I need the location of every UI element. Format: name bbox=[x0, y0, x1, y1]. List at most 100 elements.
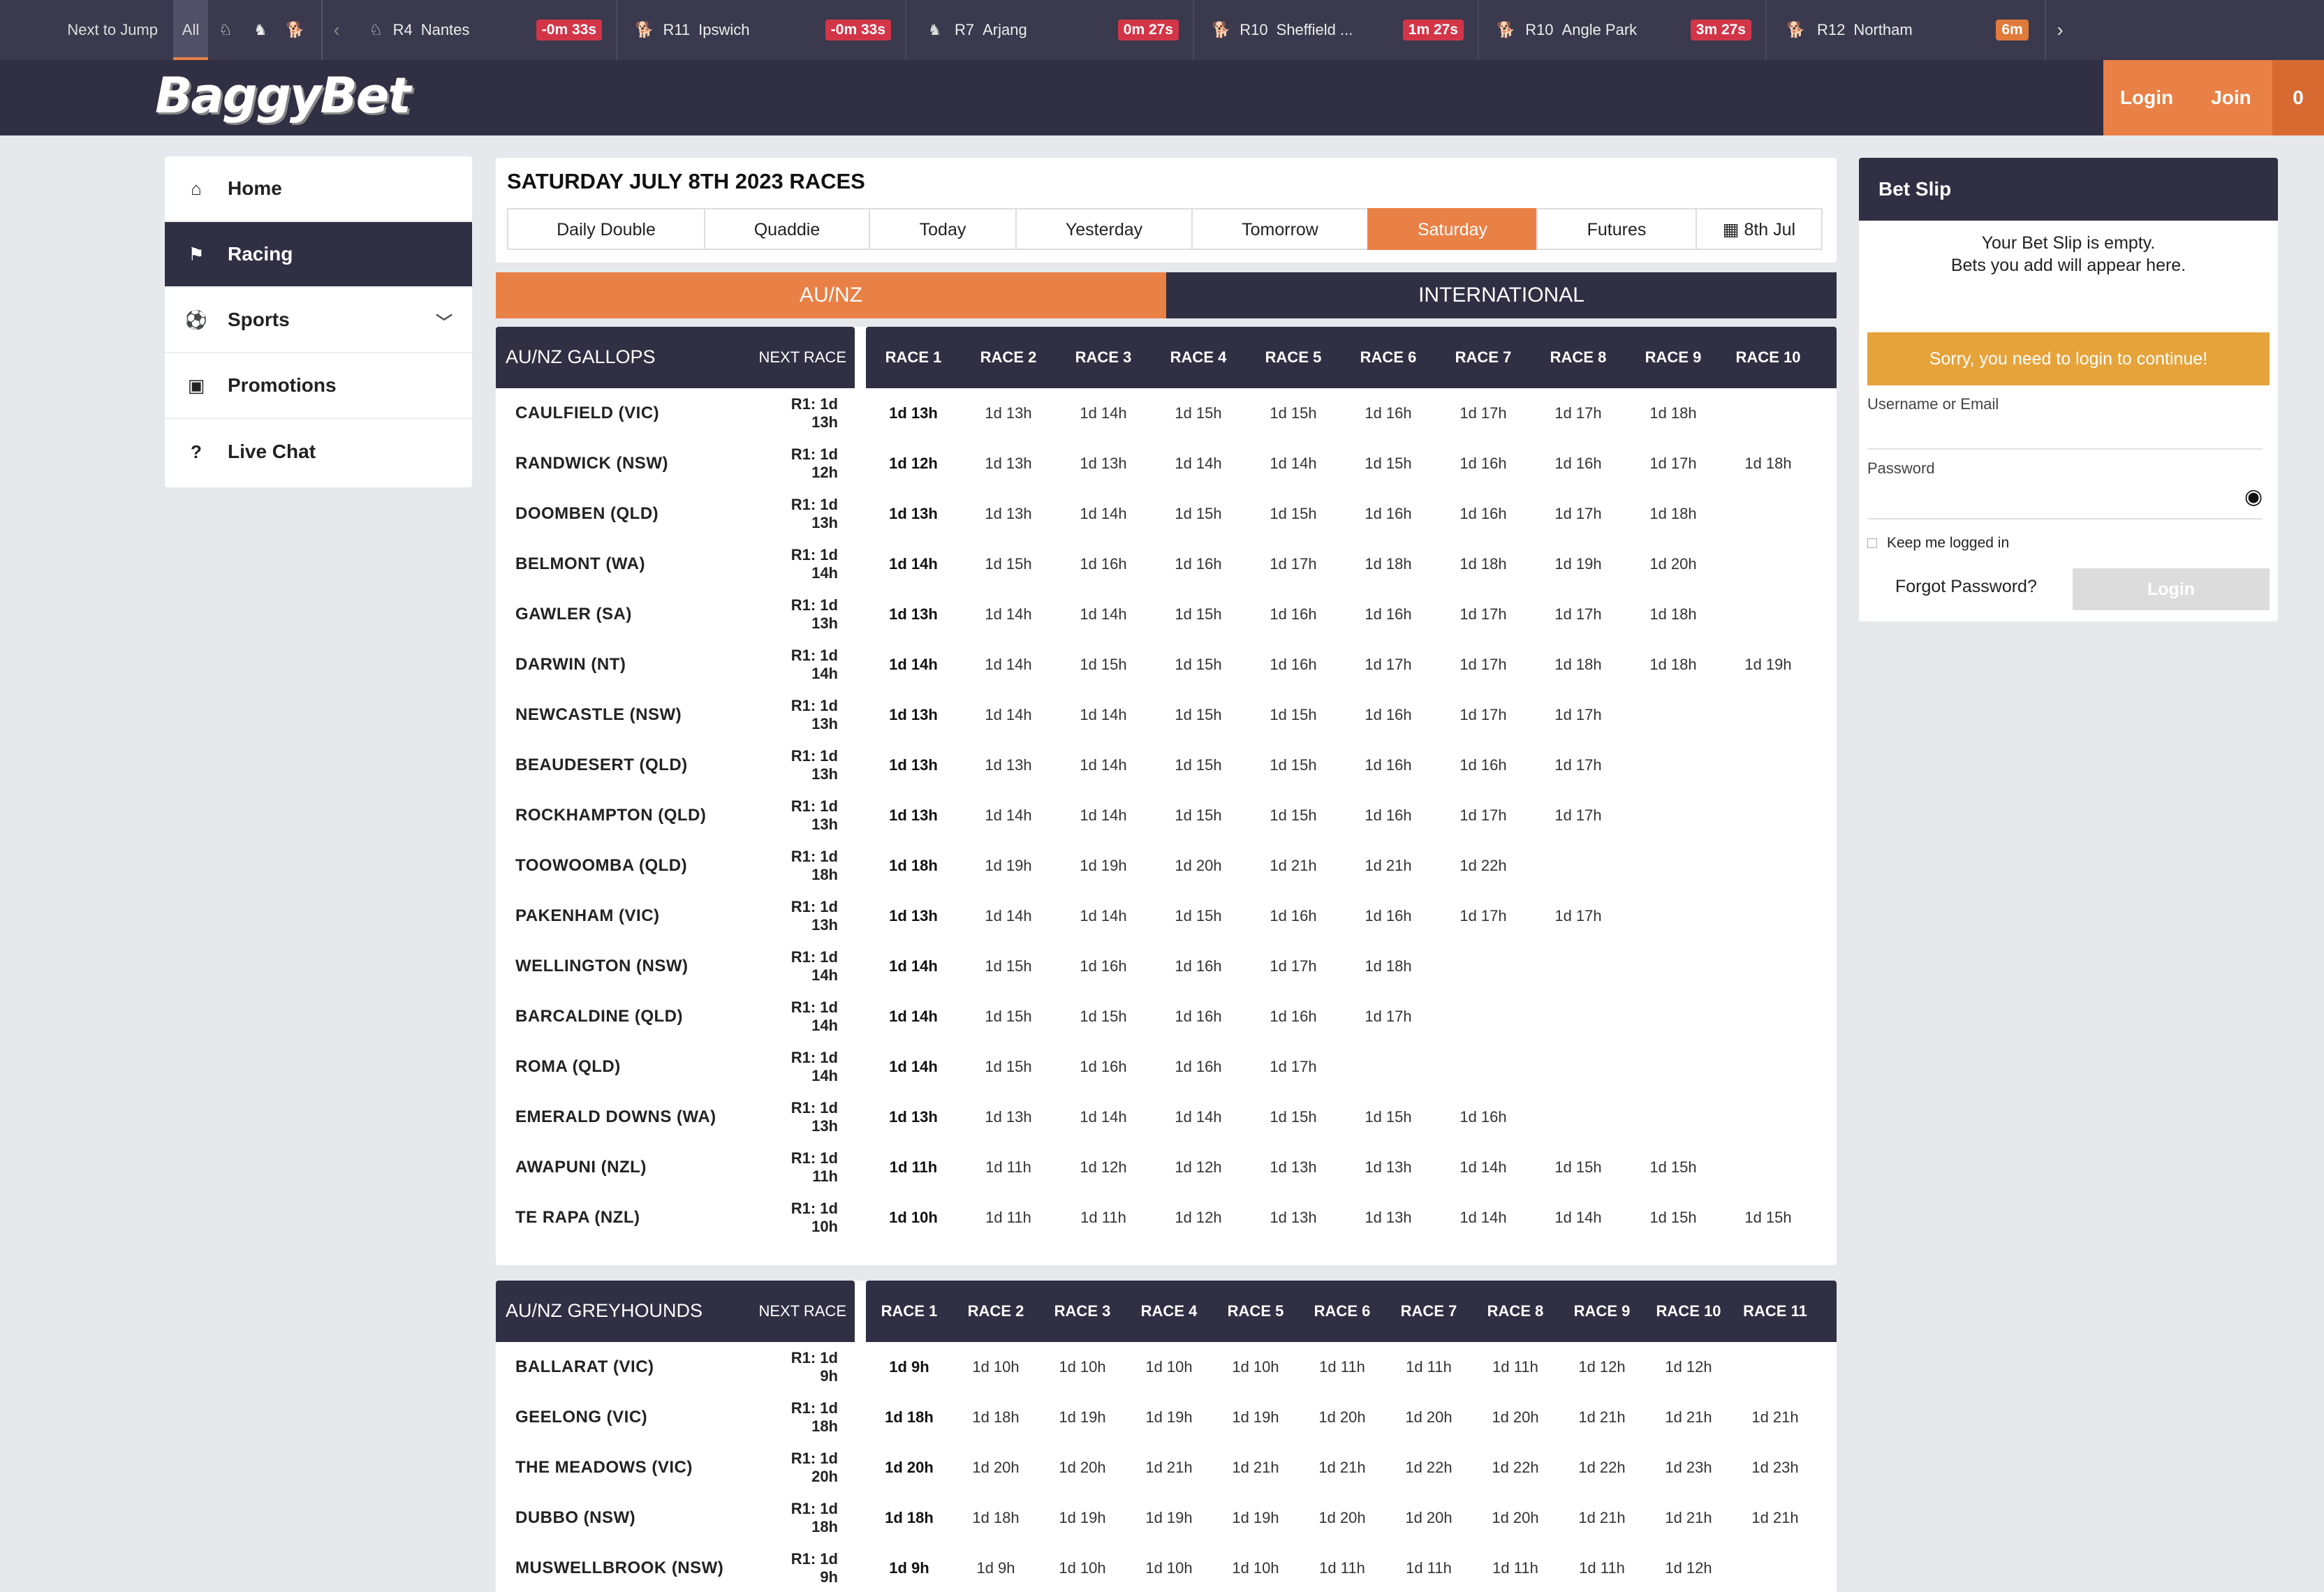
race-time-cell[interactable]: 1d 17h bbox=[1436, 404, 1531, 422]
race-time-cell[interactable]: 1d 11h bbox=[1472, 1559, 1559, 1577]
race-time-cell[interactable]: 1d 17h bbox=[1246, 555, 1341, 573]
race-time-cell[interactable]: 1d 21h bbox=[1645, 1408, 1732, 1427]
race-time-cell[interactable]: 1d 16h bbox=[1056, 555, 1151, 573]
next-race-time[interactable]: R1: 1d 11h bbox=[775, 1149, 855, 1186]
ticker-item[interactable]: ♞ R7 Arjang 0m 27s bbox=[906, 0, 1194, 60]
venue-name[interactable]: WELLINGTON (NSW) bbox=[496, 957, 775, 976]
race-time-cell[interactable]: 1d 21h bbox=[1559, 1408, 1645, 1427]
race-time-cell[interactable]: 1d 21h bbox=[1732, 1408, 1818, 1427]
sidebar-item-home[interactable]: ⌂ Home bbox=[165, 156, 472, 222]
race-time-cell[interactable]: 1d 17h bbox=[1531, 605, 1626, 624]
race-time-cell[interactable]: 1d 19h bbox=[1212, 1408, 1299, 1427]
race-time-cell[interactable]: 1d 17h bbox=[1531, 706, 1626, 724]
race-time-cell[interactable]: 1d 16h bbox=[1056, 1058, 1151, 1076]
login-button[interactable]: Login bbox=[2103, 60, 2190, 135]
race-time-cell[interactable]: 1d 23h bbox=[1732, 1459, 1818, 1477]
race-time-cell[interactable]: 1d 11h bbox=[1559, 1559, 1645, 1577]
race-time-cell[interactable]: 1d 16h bbox=[1341, 907, 1436, 925]
race-time-cell[interactable]: 1d 16h bbox=[1151, 555, 1246, 573]
race-time-cell[interactable]: 1d 20h bbox=[1299, 1509, 1385, 1527]
keep-logged-in[interactable]: Keep me logged in bbox=[1867, 535, 2009, 552]
race-time-cell[interactable]: 1d 17h bbox=[1531, 404, 1626, 422]
venue-name[interactable]: EMERALD DOWNS (WA) bbox=[496, 1107, 775, 1127]
race-time-cell[interactable]: 1d 12h bbox=[1151, 1209, 1246, 1227]
next-race-time[interactable]: R1: 1d 18h bbox=[775, 1500, 855, 1536]
race-time-cell[interactable]: 1d 9h bbox=[866, 1358, 953, 1376]
venue-name[interactable]: BEAUDESERT (QLD) bbox=[496, 756, 775, 775]
tab-international[interactable]: INTERNATIONAL bbox=[1166, 272, 1837, 318]
race-time-cell[interactable]: 1d 20h bbox=[866, 1459, 953, 1477]
race-time-cell[interactable]: 1d 15h bbox=[1246, 505, 1341, 523]
next-race-time[interactable]: R1: 1d 9h bbox=[775, 1349, 855, 1385]
race-time-cell[interactable]: 1d 17h bbox=[1246, 1058, 1341, 1076]
race-time-cell[interactable]: 1d 12h bbox=[1151, 1158, 1246, 1177]
race-time-cell[interactable]: 1d 19h bbox=[1126, 1509, 1212, 1527]
race-time-cell[interactable]: 1d 14h bbox=[1056, 1108, 1151, 1126]
race-time-cell[interactable]: 1d 15h bbox=[1056, 1008, 1151, 1026]
race-time-cell[interactable]: 1d 12h bbox=[1559, 1358, 1645, 1376]
race-time-cell[interactable]: 1d 15h bbox=[961, 1008, 1056, 1026]
race-time-cell[interactable]: 1d 14h bbox=[961, 806, 1056, 825]
next-race-time[interactable]: R1: 1d 13h bbox=[775, 797, 855, 834]
horse-icon[interactable]: ♘ bbox=[208, 0, 243, 60]
race-time-cell[interactable]: 1d 18h bbox=[1436, 555, 1531, 573]
eye-icon[interactable]: ◉ bbox=[2244, 485, 2263, 509]
race-time-cell[interactable]: 1d 20h bbox=[1299, 1408, 1385, 1427]
race-time-cell[interactable]: 1d 19h bbox=[1039, 1408, 1126, 1427]
race-time-cell[interactable]: 1d 14h bbox=[961, 706, 1056, 724]
race-time-cell[interactable]: 1d 13h bbox=[866, 404, 961, 422]
next-race-time[interactable]: R1: 1d 13h bbox=[775, 395, 855, 432]
sidebar-item-racing[interactable]: ⚑ Racing bbox=[165, 222, 472, 288]
race-time-cell[interactable]: 1d 15h bbox=[1341, 455, 1436, 473]
race-time-cell[interactable]: 1d 15h bbox=[1151, 907, 1246, 925]
race-time-cell[interactable]: 1d 14h bbox=[1056, 806, 1151, 825]
race-time-cell[interactable]: 1d 15h bbox=[1246, 1108, 1341, 1126]
join-button[interactable]: Join bbox=[2190, 60, 2272, 135]
race-time-cell[interactable]: 1d 10h bbox=[1212, 1358, 1299, 1376]
race-time-cell[interactable]: 1d 20h bbox=[1385, 1509, 1472, 1527]
race-time-cell[interactable]: 1d 21h bbox=[1126, 1459, 1212, 1477]
race-time-cell[interactable]: 1d 18h bbox=[1626, 605, 1721, 624]
race-time-cell[interactable]: 1d 18h bbox=[1626, 656, 1721, 674]
race-time-cell[interactable]: 1d 15h bbox=[1151, 505, 1246, 523]
venue-name[interactable]: DUBBO (NSW) bbox=[496, 1508, 775, 1528]
tab-yesterday[interactable]: Yesterday bbox=[1015, 208, 1193, 250]
race-time-cell[interactable]: 1d 17h bbox=[1626, 455, 1721, 473]
race-time-cell[interactable]: 1d 20h bbox=[1385, 1408, 1472, 1427]
race-time-cell[interactable]: 1d 15h bbox=[1151, 656, 1246, 674]
next-race-time[interactable]: R1: 1d 13h bbox=[775, 747, 855, 783]
next-race-time[interactable]: R1: 1d 18h bbox=[775, 1399, 855, 1436]
race-time-cell[interactable]: 1d 18h bbox=[1531, 656, 1626, 674]
next-race-time[interactable]: R1: 1d 18h bbox=[775, 848, 855, 884]
race-time-cell[interactable]: 1d 14h bbox=[866, 957, 961, 975]
password-input[interactable] bbox=[1867, 483, 2230, 511]
race-time-cell[interactable]: 1d 20h bbox=[1626, 555, 1721, 573]
race-time-cell[interactable]: 1d 15h bbox=[1341, 1108, 1436, 1126]
venue-name[interactable]: TOOWOOMBA (QLD) bbox=[496, 856, 775, 876]
race-time-cell[interactable]: 1d 14h bbox=[961, 605, 1056, 624]
race-time-cell[interactable]: 1d 16h bbox=[1436, 505, 1531, 523]
race-time-cell[interactable]: 1d 22h bbox=[1385, 1459, 1472, 1477]
race-time-cell[interactable]: 1d 17h bbox=[1436, 605, 1531, 624]
race-time-cell[interactable]: 1d 14h bbox=[1531, 1209, 1626, 1227]
race-time-cell[interactable]: 1d 17h bbox=[1246, 957, 1341, 975]
race-time-cell[interactable]: 1d 9h bbox=[866, 1559, 953, 1577]
race-time-cell[interactable]: 1d 10h bbox=[866, 1209, 961, 1227]
race-time-cell[interactable]: 1d 11h bbox=[1299, 1358, 1385, 1376]
race-time-cell[interactable]: 1d 9h bbox=[953, 1559, 1039, 1577]
race-time-cell[interactable]: 1d 18h bbox=[866, 857, 961, 875]
race-time-cell[interactable]: 1d 14h bbox=[866, 656, 961, 674]
next-race-time[interactable]: R1: 1d 13h bbox=[775, 596, 855, 633]
next-race-time[interactable]: R1: 1d 13h bbox=[775, 898, 855, 934]
next-race-time[interactable]: R1: 1d 14h bbox=[775, 546, 855, 582]
tab-au-nz[interactable]: AU/NZ bbox=[496, 272, 1166, 318]
race-time-cell[interactable]: 1d 16h bbox=[1246, 656, 1341, 674]
race-time-cell[interactable]: 1d 11h bbox=[961, 1209, 1056, 1227]
race-time-cell[interactable]: 1d 22h bbox=[1472, 1459, 1559, 1477]
next-race-time[interactable]: R1: 1d 14h bbox=[775, 998, 855, 1035]
race-time-cell[interactable]: 1d 23h bbox=[1645, 1459, 1732, 1477]
race-time-cell[interactable]: 1d 15h bbox=[1246, 806, 1341, 825]
betslip-count-button[interactable]: 0 bbox=[2272, 60, 2324, 135]
race-time-cell[interactable]: 1d 13h bbox=[961, 756, 1056, 774]
venue-name[interactable]: MUSWELLBROOK (NSW) bbox=[496, 1558, 775, 1578]
